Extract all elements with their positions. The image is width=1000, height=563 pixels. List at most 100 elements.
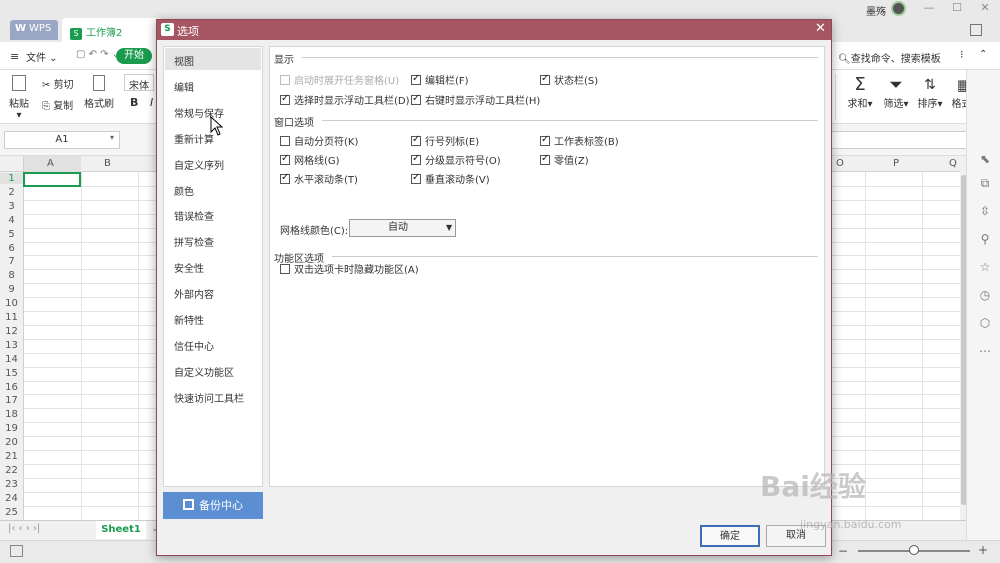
column-header[interactable]: Q (949, 158, 957, 169)
maximize-icon[interactable]: ☐ (950, 1, 964, 15)
zoom-in-icon[interactable]: + (978, 543, 988, 557)
filter-button[interactable]: ⏷ 筛选▾ (882, 75, 910, 110)
avatar[interactable] (891, 1, 906, 16)
options-nav-item[interactable]: 新特性 (165, 307, 261, 329)
options-nav-item[interactable]: 拼写检查 (165, 229, 261, 251)
options-nav-item[interactable]: 安全性 (165, 255, 261, 277)
sort-button[interactable]: ⇅ 排序▾ (916, 75, 944, 110)
row-header[interactable]: 7 (0, 256, 23, 267)
formula-input[interactable] (826, 131, 968, 149)
backup-center-button[interactable]: 备份中心 (163, 492, 263, 519)
tab-wps[interactable]: W WPS (10, 20, 58, 40)
row-header[interactable]: 6 (0, 243, 23, 254)
more-icon[interactable]: ⁝ (960, 48, 964, 61)
name-box[interactable]: A1 (4, 131, 120, 149)
row-header[interactable]: 14 (0, 354, 23, 365)
row-header[interactable]: 8 (0, 270, 23, 281)
row-header[interactable]: 11 (0, 312, 23, 323)
column-header[interactable]: O (836, 158, 844, 169)
checkbox-zero-values[interactable]: 零值(Z) (540, 152, 589, 167)
checkbox-auto-page-break[interactable]: 自动分页符(K) (280, 133, 358, 148)
star-icon[interactable]: ☆ (978, 260, 992, 274)
menu-icon[interactable]: ≡ (10, 50, 19, 63)
checkbox-float-toolbar-select[interactable]: 选择时显示浮动工具栏(D) (280, 92, 410, 107)
tab-workbook[interactable]: S 工作簿2 (62, 18, 162, 42)
options-nav-item[interactable]: 错误检查 (165, 203, 261, 225)
font-name-select[interactable]: 宋体 (124, 74, 154, 92)
collapse-ribbon-icon[interactable]: ⌃ (979, 49, 987, 60)
pointer-icon[interactable]: ⬉ (978, 152, 992, 166)
row-header[interactable]: 21 (0, 451, 23, 462)
sum-button[interactable]: Σ 求和▾ (847, 75, 873, 111)
row-header[interactable]: 16 (0, 382, 23, 393)
sheet-tab-active[interactable]: Sheet1 (96, 521, 146, 539)
row-header[interactable]: 20 (0, 437, 23, 448)
checkbox-gridlines[interactable]: 网格线(G) (280, 152, 340, 167)
sheet-nav-icons[interactable]: |‹ ‹ › ›| (8, 523, 40, 534)
row-header[interactable]: 3 (0, 201, 23, 212)
checkbox-edit-bar[interactable]: 编辑栏(F) (411, 72, 469, 87)
backup-icon[interactable]: ⬡ (978, 316, 992, 330)
column-header[interactable]: P (893, 158, 899, 169)
gridline-color-select[interactable]: 自动 ▼ (349, 219, 456, 237)
row-header[interactable]: 19 (0, 423, 23, 434)
file-menu[interactable]: 文件 ⌄ (26, 49, 58, 64)
column-header[interactable]: B (104, 158, 111, 169)
style-icon[interactable]: ⧉ (978, 176, 992, 190)
search-command[interactable]: 🔍︎查找命令、搜索模板 (838, 50, 941, 65)
checkbox-hide-ribbon-dblclick[interactable]: 双击选项卡时隐藏功能区(A) (280, 261, 419, 276)
checkbox-sheet-tabs[interactable]: 工作表标签(B) (540, 133, 619, 148)
checkbox-float-toolbar-rightclick[interactable]: 右键时显示浮动工具栏(H) (411, 92, 540, 107)
row-header[interactable]: 22 (0, 465, 23, 476)
tab-start[interactable]: 开始 (116, 48, 152, 64)
dialog-title-bar[interactable]: S 选项 ✕ (157, 20, 831, 40)
shape-icon[interactable]: ⚲ (978, 232, 992, 246)
macro-icon[interactable] (10, 545, 23, 557)
row-header[interactable]: 4 (0, 215, 23, 226)
options-nav-item[interactable]: 外部内容 (165, 281, 261, 303)
options-nav-item[interactable]: 编辑 (165, 74, 261, 96)
row-header[interactable]: 23 (0, 479, 23, 490)
italic-button[interactable]: I (150, 96, 153, 109)
cut-button[interactable]: ✂ 剪切 (42, 76, 74, 91)
options-nav-item[interactable]: 快速访问工具栏 (165, 385, 261, 407)
quick-access-icons[interactable]: ▢ ↶ ↷ ⌄ (76, 49, 120, 60)
select-all-corner[interactable] (0, 156, 24, 172)
row-header[interactable]: 2 (0, 187, 23, 198)
close-window-icon[interactable]: ✕ (978, 1, 992, 15)
history-icon[interactable]: ◷ (978, 288, 992, 302)
close-dialog-icon[interactable]: ✕ (815, 21, 826, 36)
row-header[interactable]: 15 (0, 368, 23, 379)
selected-cell[interactable] (23, 172, 81, 187)
row-header[interactable]: 24 (0, 493, 23, 504)
checkbox-status-bar[interactable]: 状态栏(S) (540, 72, 598, 87)
row-header[interactable]: 17 (0, 395, 23, 406)
name-box-dropdown-icon[interactable]: ▾ (110, 133, 114, 142)
ok-button[interactable]: 确定 (700, 525, 760, 547)
copy-button[interactable]: ⎘ 复制 (42, 97, 73, 112)
checkbox-vertical-scrollbar[interactable]: 垂直滚动条(V) (411, 171, 490, 186)
column-header[interactable]: A (47, 158, 54, 169)
options-nav-item[interactable]: 信任中心 (165, 333, 261, 355)
paste-button[interactable]: 粘贴▾ (8, 75, 30, 121)
minimize-icon[interactable]: — (922, 1, 936, 15)
options-nav-item[interactable]: 颜色 (165, 178, 261, 200)
more-tools-icon[interactable]: ⋯ (978, 344, 992, 358)
user-name[interactable]: 墨殇 (866, 3, 886, 18)
row-header[interactable]: 10 (0, 298, 23, 309)
row-header[interactable]: 25 (0, 507, 23, 518)
row-header[interactable]: 5 (0, 229, 23, 240)
checkbox-outline-symbols[interactable]: 分级显示符号(O) (411, 152, 501, 167)
zoom-slider-knob[interactable] (909, 545, 919, 555)
row-header[interactable]: 12 (0, 326, 23, 337)
row-header[interactable]: 13 (0, 340, 23, 351)
checkbox-horizontal-scrollbar[interactable]: 水平滚动条(T) (280, 171, 358, 186)
options-nav-item[interactable]: 自定义序列 (165, 152, 261, 174)
row-header[interactable]: 9 (0, 284, 23, 295)
format-painter-button[interactable]: 格式刷 (84, 75, 114, 110)
layout-icon[interactable] (970, 24, 982, 36)
bold-button[interactable]: B (130, 96, 138, 109)
zoom-out-icon[interactable]: − (838, 544, 848, 558)
options-nav-item[interactable]: 视图 (165, 48, 261, 70)
checkbox-row-col-headers[interactable]: 行号列标(E) (411, 133, 479, 148)
